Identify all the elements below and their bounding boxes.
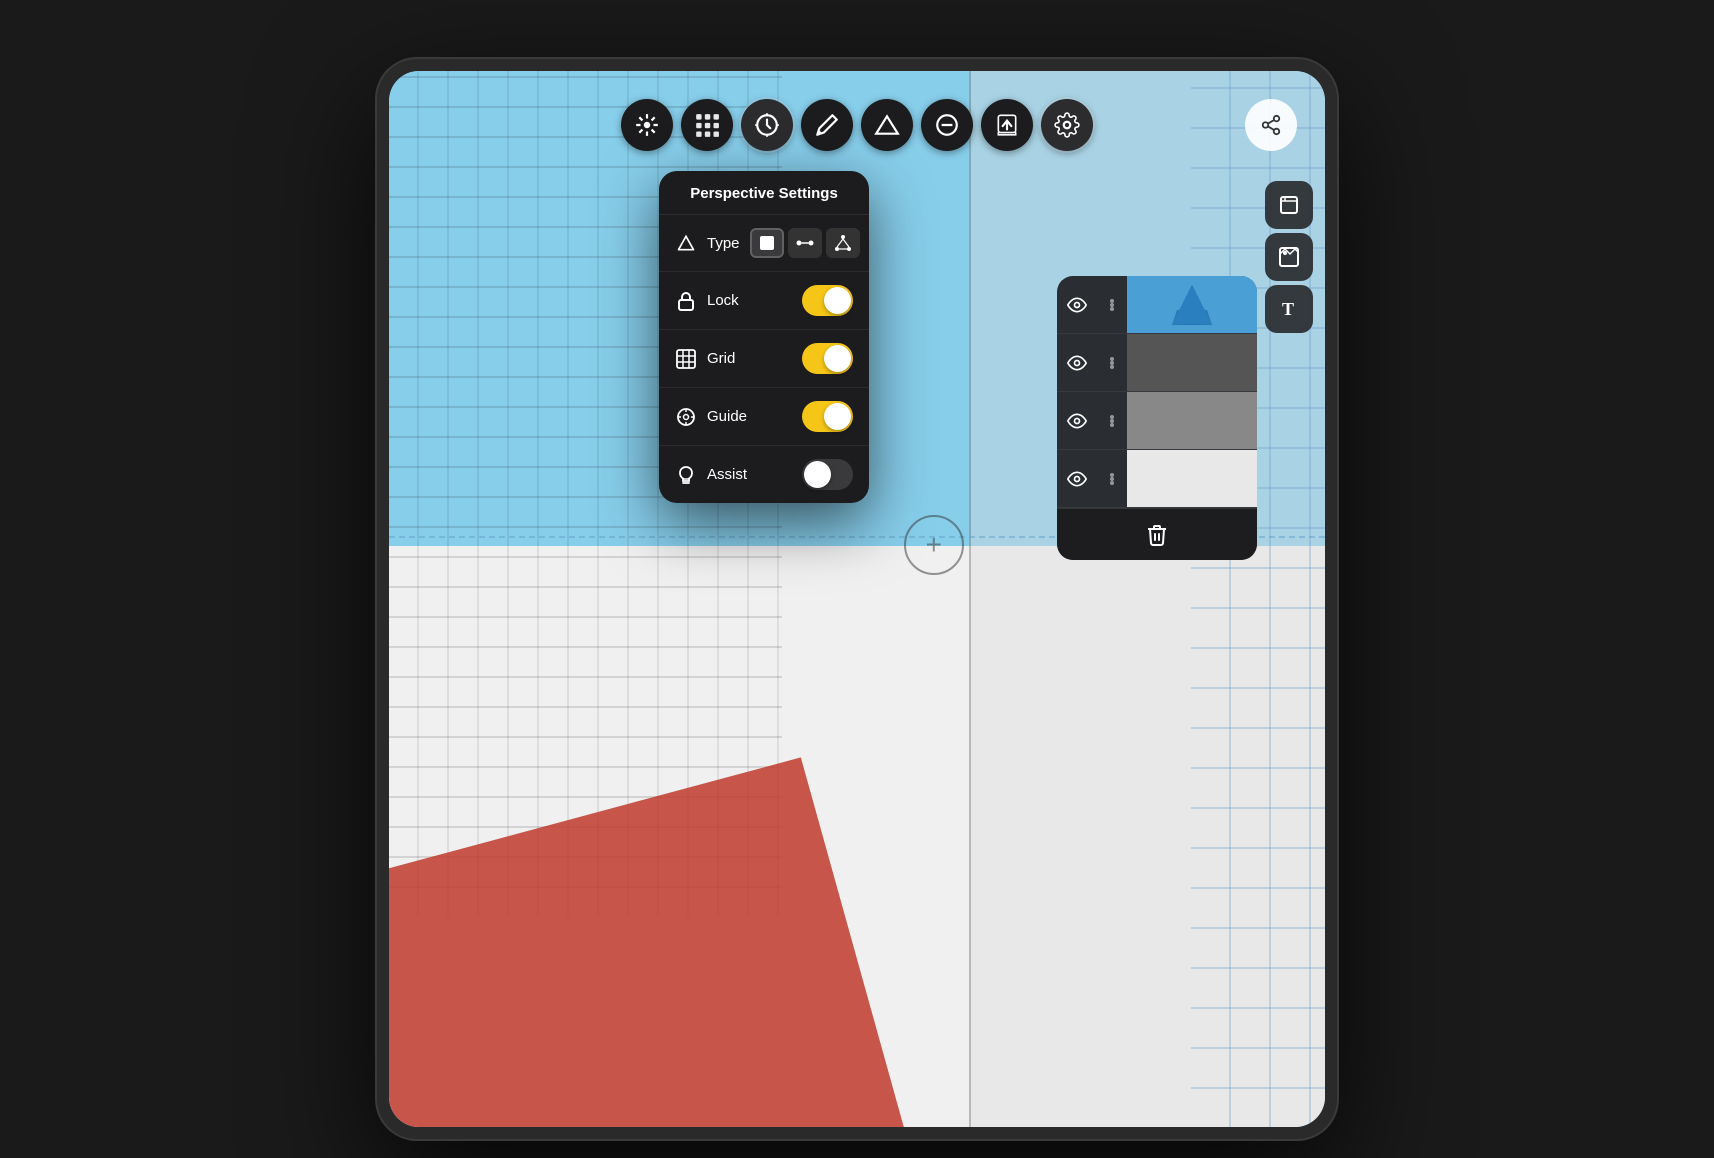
guide-row: Guide bbox=[659, 388, 869, 446]
layer-row bbox=[1057, 450, 1257, 508]
halftone-icon bbox=[694, 112, 720, 138]
lock-toggle[interactable] bbox=[802, 285, 853, 316]
3point-icon bbox=[834, 234, 852, 252]
eye-icon bbox=[1067, 353, 1087, 373]
eye-icon bbox=[1067, 295, 1087, 315]
grid-icon bbox=[675, 348, 697, 370]
grid-toggle[interactable] bbox=[802, 343, 853, 374]
2point-icon bbox=[796, 234, 814, 252]
layer-3-thumbnail bbox=[1127, 392, 1257, 449]
eraser-button[interactable] bbox=[861, 99, 913, 151]
layer-4-thumb bbox=[1127, 450, 1257, 507]
pen-button[interactable] bbox=[801, 99, 853, 151]
perspective-settings-popup: Perspective Settings Type bbox=[659, 171, 869, 503]
type-selector bbox=[750, 228, 860, 258]
share-icon bbox=[1260, 114, 1282, 136]
assist-toggle[interactable] bbox=[802, 459, 853, 490]
type-1point-button[interactable] bbox=[750, 228, 784, 258]
import-icon bbox=[994, 112, 1020, 138]
layer-row bbox=[1057, 392, 1257, 450]
grid-toggle-knob bbox=[824, 345, 851, 372]
type-2point-button[interactable] bbox=[788, 228, 822, 258]
trash-icon bbox=[1145, 523, 1169, 547]
subtract-icon bbox=[934, 112, 960, 138]
transform-icon bbox=[634, 112, 660, 138]
assist-label: Assist bbox=[707, 466, 792, 483]
layer-2-options[interactable] bbox=[1097, 334, 1127, 391]
device-container: Perspective Settings Type bbox=[0, 0, 1714, 1158]
crosshair-target bbox=[904, 515, 964, 575]
layer-row bbox=[1057, 276, 1257, 334]
eye-icon bbox=[1067, 469, 1087, 489]
assist-row: Assist bbox=[659, 446, 869, 503]
settings-gear-icon bbox=[1054, 112, 1080, 138]
layers-panel bbox=[1057, 276, 1257, 560]
layer-4-visibility[interactable] bbox=[1057, 450, 1097, 507]
popup-title: Perspective Settings bbox=[659, 171, 869, 215]
delete-layer-button[interactable] bbox=[1057, 508, 1257, 560]
assist-toggle-knob bbox=[804, 461, 831, 488]
layer-4-thumbnail bbox=[1127, 450, 1257, 507]
lock-toggle-knob bbox=[824, 287, 851, 314]
type-row: Type bbox=[659, 215, 869, 272]
transform-button[interactable] bbox=[621, 99, 673, 151]
layer-4-dots bbox=[1110, 473, 1114, 485]
panel-tools: T bbox=[1265, 181, 1313, 333]
lock-row: Lock bbox=[659, 272, 869, 330]
1point-icon bbox=[758, 234, 776, 252]
layer-1-visibility[interactable] bbox=[1057, 276, 1097, 333]
layer-1-dots bbox=[1110, 299, 1114, 311]
lock-icon bbox=[675, 290, 697, 312]
guide-icon bbox=[675, 406, 697, 428]
type-icon bbox=[675, 232, 697, 254]
layer-2-thumbnail bbox=[1127, 334, 1257, 391]
grid-label: Grid bbox=[707, 350, 792, 367]
layer-1-thumbnail bbox=[1127, 276, 1257, 333]
new-layer-button[interactable] bbox=[1265, 181, 1313, 229]
ipad-screen: Perspective Settings Type bbox=[389, 71, 1325, 1127]
share-button[interactable] bbox=[1245, 99, 1297, 151]
layer-4-options[interactable] bbox=[1097, 450, 1127, 507]
type-label: Type bbox=[707, 235, 740, 252]
svg-text:T: T bbox=[1282, 299, 1294, 319]
grid-row: Grid bbox=[659, 330, 869, 388]
pen-icon bbox=[814, 112, 840, 138]
layer-3-options[interactable] bbox=[1097, 392, 1127, 449]
text-icon: T bbox=[1277, 297, 1301, 321]
reference-icon bbox=[1277, 245, 1301, 269]
guide-label: Guide bbox=[707, 408, 792, 425]
eraser-icon bbox=[874, 112, 900, 138]
assist-icon bbox=[675, 464, 697, 486]
guide-toggle-knob bbox=[824, 403, 851, 430]
type-3point-button[interactable] bbox=[826, 228, 860, 258]
layer-3-thumb bbox=[1127, 392, 1257, 449]
text-button[interactable]: T bbox=[1265, 285, 1313, 333]
guide-toggle[interactable] bbox=[802, 401, 853, 432]
import-button[interactable] bbox=[981, 99, 1033, 151]
perspective-button[interactable] bbox=[741, 99, 793, 151]
layer-2-thumb bbox=[1127, 334, 1257, 391]
lock-label: Lock bbox=[707, 292, 792, 309]
layer-row bbox=[1057, 334, 1257, 392]
layer-2-visibility[interactable] bbox=[1057, 334, 1097, 391]
reference-button[interactable] bbox=[1265, 233, 1313, 281]
ipad-frame: Perspective Settings Type bbox=[377, 59, 1337, 1139]
settings-button[interactable] bbox=[1041, 99, 1093, 151]
layer-3-visibility[interactable] bbox=[1057, 392, 1097, 449]
perspective-tool-icon bbox=[754, 112, 780, 138]
main-toolbar bbox=[621, 99, 1093, 151]
layer-1-thumb bbox=[1127, 276, 1257, 333]
layer-2-dots bbox=[1110, 357, 1114, 369]
halftone-button[interactable] bbox=[681, 99, 733, 151]
layer-3-dots bbox=[1110, 415, 1114, 427]
layer-1-options[interactable] bbox=[1097, 276, 1127, 333]
new-layer-icon bbox=[1277, 193, 1301, 217]
perspective-thumb-icon bbox=[1167, 280, 1217, 330]
eye-icon bbox=[1067, 411, 1087, 431]
subtract-button[interactable] bbox=[921, 99, 973, 151]
